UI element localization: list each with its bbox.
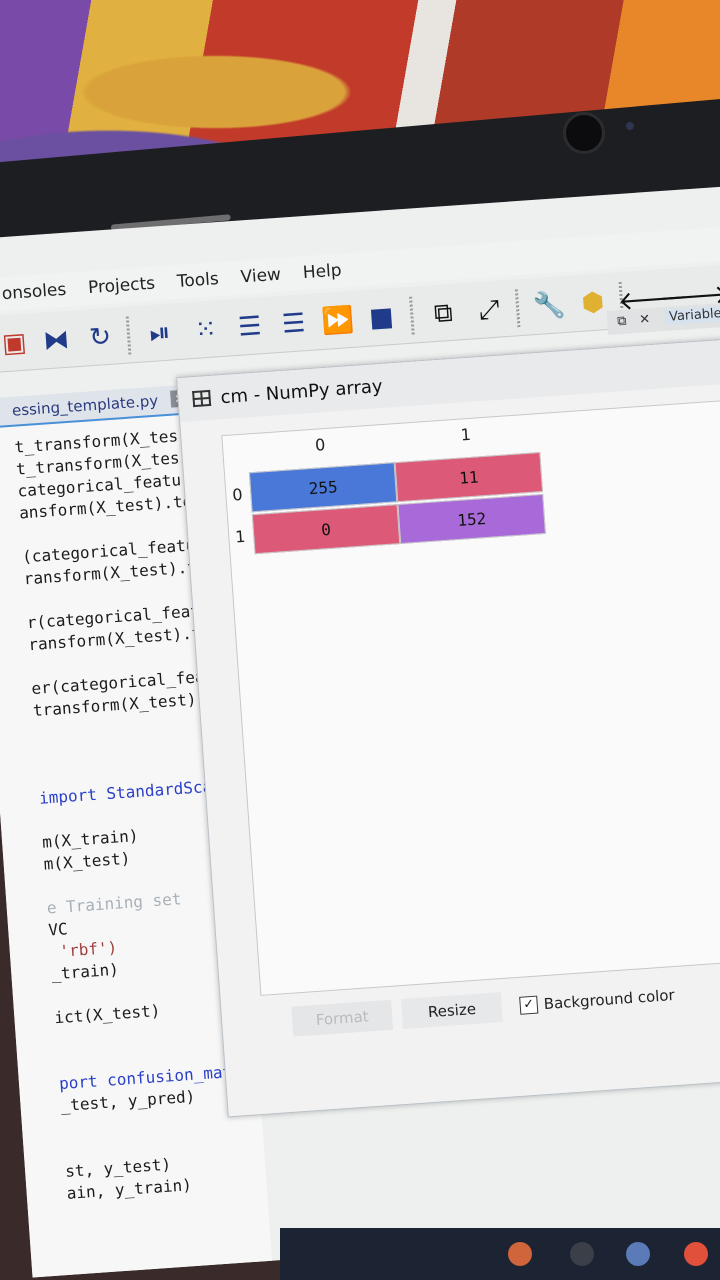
taskbar-app-icon[interactable] — [626, 1242, 650, 1266]
python-icon[interactable]: ⬢ — [575, 285, 611, 321]
menu-tools[interactable]: Tools — [176, 269, 219, 292]
close-pane-icon[interactable]: ✕ — [639, 312, 651, 328]
dialog-title: cm - NumPy array — [219, 375, 384, 408]
column-header[interactable]: 0 — [247, 430, 394, 459]
outdent-icon[interactable]: ☰ — [276, 306, 312, 342]
taskbar-app-icon[interactable] — [508, 1242, 532, 1266]
indent-icon[interactable]: ☰ — [232, 309, 268, 345]
wrench-icon[interactable]: 🔧 — [531, 288, 567, 324]
editor-tab[interactable]: essing_template.py × — [0, 383, 203, 430]
array-table: 0 1 0 1 255 11 0 152 — [221, 397, 720, 996]
fast-forward-icon[interactable]: ⏩ — [319, 303, 355, 339]
variable-explorer-tab[interactable]: Variable — [664, 305, 720, 325]
editor-tab-title: essing_template.py — [11, 391, 159, 420]
undock-icon[interactable]: ⧉ — [617, 314, 627, 330]
toolbar-separator — [409, 296, 415, 335]
fullscreen-icon[interactable]: ⤢ — [471, 292, 507, 328]
menu-view[interactable]: View — [240, 265, 282, 288]
row-header[interactable]: 0 — [226, 485, 249, 505]
laptop-screen: onsoles Projects Tools View Help ▣ ⧓ ↻ ⏯… — [0, 184, 720, 1278]
background-color-checkbox[interactable]: ✓ Background color — [519, 980, 681, 1021]
debug-step-icon[interactable]: ⧓ — [38, 322, 74, 358]
stop-icon[interactable]: ■ — [363, 300, 399, 336]
run-file-icon[interactable]: ▣ — [0, 325, 32, 361]
webcam — [563, 112, 605, 154]
toolbar-separator — [514, 289, 521, 328]
menu-projects[interactable]: Projects — [87, 274, 155, 299]
windows-taskbar — [280, 1228, 720, 1280]
numpy-array-dialog: cm - NumPy array 0 1 0 1 255 11 0 152 Fo… — [176, 335, 720, 1118]
taskbar-chrome-icon[interactable] — [684, 1242, 708, 1266]
resize-button[interactable]: Resize — [401, 992, 503, 1030]
toolbar-separator — [125, 316, 132, 355]
background-color-label: Background color — [543, 986, 676, 1014]
column-header[interactable]: 1 — [392, 420, 539, 449]
reload-icon[interactable]: ↻ — [82, 319, 118, 355]
array-cell[interactable]: 0 — [251, 504, 401, 555]
array-cell[interactable]: 152 — [397, 493, 546, 545]
row-header[interactable]: 1 — [229, 526, 252, 547]
run-cell-icon[interactable]: ⏯ — [142, 315, 178, 351]
menu-consoles[interactable]: onsoles — [1, 280, 67, 304]
menu-help[interactable]: Help — [302, 260, 342, 283]
checkbox-check-icon[interactable]: ✓ — [519, 995, 539, 1015]
taskbar-app-icon[interactable] — [570, 1242, 594, 1266]
debug-icon[interactable]: ⁙ — [188, 312, 224, 348]
table-icon — [192, 389, 212, 408]
format-button[interactable]: Format — [291, 999, 394, 1037]
maximize-pane-icon[interactable]: ⧉ — [425, 295, 461, 331]
webcam-led — [626, 122, 634, 130]
